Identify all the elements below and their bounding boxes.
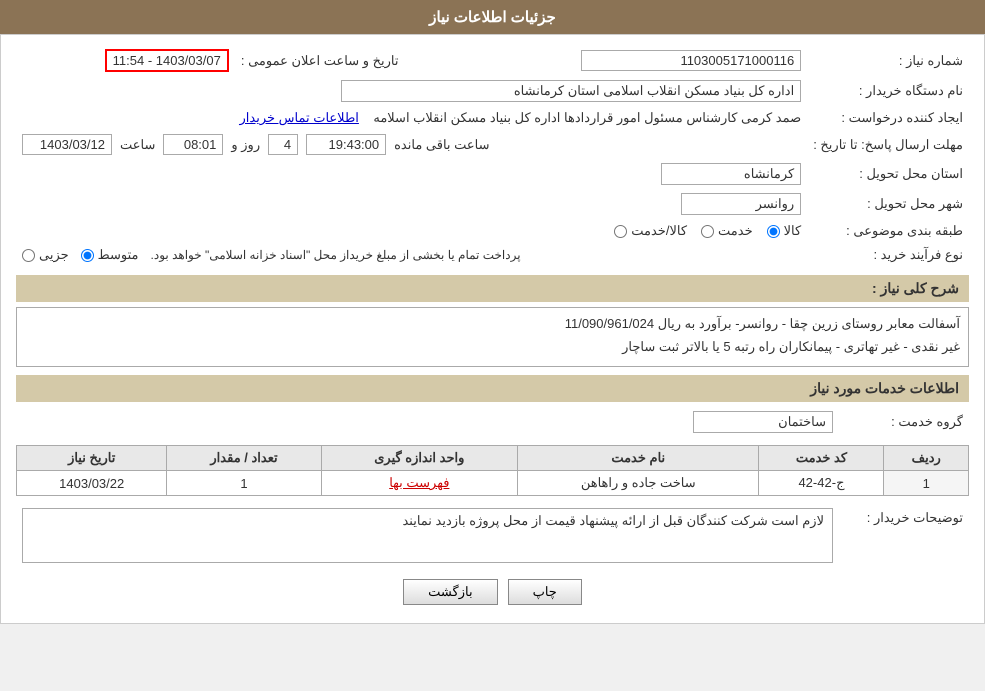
radio-khedmat[interactable]: خدمت — [701, 223, 753, 239]
shomara-niaz-value: 1103005171000116 — [435, 45, 808, 76]
saat-value: 08:01 — [163, 134, 223, 155]
shomara-niaz-label: شماره نیاز : — [807, 45, 969, 76]
col-tarikh: تاریخ نیاز — [17, 446, 167, 471]
col-radif: ردیف — [884, 446, 969, 471]
back-button[interactable]: بازگشت — [403, 579, 497, 605]
tarikh-aalan-value: 1403/03/07 - 11:54 — [16, 45, 235, 76]
print-button[interactable]: چاپ — [508, 579, 582, 605]
shahr-label: شهر محل تحویل : — [807, 189, 969, 219]
ijad-konande-label: ایجاد کننده درخواست : — [807, 106, 969, 130]
col-name: نام خدمت — [518, 446, 759, 471]
radio-motevaset[interactable]: متوسط — [81, 247, 139, 263]
shahr-value: روانسر — [16, 189, 807, 219]
khedamat-section-title: اطلاعات خدمات مورد نیاز — [16, 375, 969, 402]
namdastgah-label: نام دستگاه خریدار : — [807, 76, 969, 106]
table-row: 1 ج-42-42 ساخت جاده و راهاهن فهرست بها 1… — [17, 471, 969, 496]
nooe-description: پرداخت تمام یا بخشی از مبلغ خریداز محل "… — [151, 248, 521, 262]
page-header: جزئیات اطلاعات نیاز — [0, 0, 985, 34]
tarikh-value: 1403/03/12 — [22, 134, 112, 155]
service-table: ردیف کد خدمت نام خدمت واحد اندازه گیری ت… — [16, 445, 969, 496]
radio-kala-khedmat[interactable]: کالا/خدمت — [614, 223, 687, 239]
page-title: جزئیات اطلاعات نیاز — [429, 9, 556, 26]
rooz-label: روز و — [231, 137, 260, 153]
rooz-value: 4 — [268, 134, 298, 155]
ostan-label: استان محل تحویل : — [807, 159, 969, 189]
nooe-farayand-label: نوع فرآیند خرید : — [807, 243, 969, 267]
grooh-khedmat-label: گروه خدمت : — [839, 407, 969, 437]
radio-jozii[interactable]: جزیی — [22, 247, 69, 263]
tabaqe-label: طبقه بندی موضوعی : — [807, 219, 969, 243]
ijad-konande-value: صمد کرمی کارشناس مسئول امور قراردادها اد… — [16, 106, 807, 130]
toseeh-label: توضیحات خریدار : — [839, 504, 969, 567]
sharh-section-title: شرح کلی نیاز : — [16, 275, 969, 302]
saat-manandeh-value: 19:43:00 — [306, 134, 386, 155]
namdastgah-value: اداره کل بنیاد مسکن انقلاب اسلامی استان … — [16, 76, 807, 106]
ettelaat-link[interactable]: اطلاعات تماس خریدار — [240, 110, 359, 125]
col-vahed: واحد اندازه گیری — [321, 446, 517, 471]
ostan-value: کرمانشاه — [16, 159, 807, 189]
saat-manandeh-label: ساعت باقی مانده — [394, 137, 489, 153]
col-tedad: تعداد / مقدار — [167, 446, 321, 471]
buttons-row: بازگشت چاپ — [16, 579, 969, 605]
toseeh-value: لازم است شرکت کنندگان قبل از ارائه پیشنه… — [16, 504, 839, 567]
tarikh-aalan-label: تاریخ و ساعت اعلان عمومی : — [235, 45, 405, 76]
col-kod: کد خدمت — [759, 446, 884, 471]
mohlat-label: مهلت ارسال پاسخ: تا تاریخ : — [807, 130, 969, 159]
vahed-link[interactable]: فهرست بها — [389, 475, 449, 490]
grooh-khedmat-value: ساختمان — [16, 407, 839, 437]
sharh-value: آسفالت معابر روستای زرین چقا - روانسر- ب… — [16, 307, 969, 367]
radio-kala[interactable]: کالا — [767, 223, 802, 239]
saat-label: ساعت — [120, 137, 155, 153]
